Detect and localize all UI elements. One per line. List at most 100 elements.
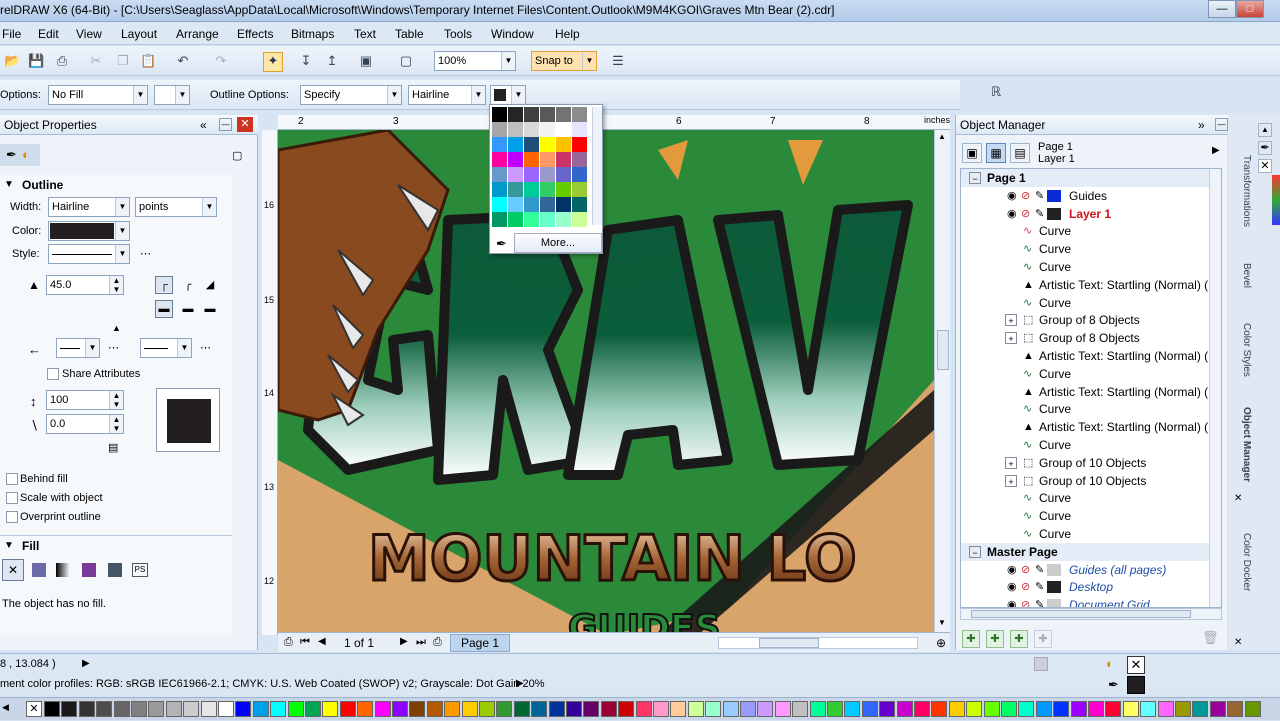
scrollbar-thumb[interactable] bbox=[937, 330, 949, 370]
fill-bucket-icon[interactable]: ◐ bbox=[1106, 656, 1114, 671]
palette-color-swatch[interactable] bbox=[844, 701, 861, 717]
editable-pencil-icon[interactable]: ✎ bbox=[1035, 564, 1047, 576]
palette-color-swatch[interactable] bbox=[1018, 701, 1035, 717]
outline-width-combo[interactable]: Hairline ▼ bbox=[408, 85, 486, 105]
scrollbar-thumb[interactable] bbox=[759, 638, 819, 648]
popup-color-swatch[interactable] bbox=[508, 212, 523, 227]
overprint-outline-checkbox[interactable] bbox=[6, 511, 18, 523]
next-page-icon[interactable]: ▶ bbox=[400, 636, 408, 647]
palette-color-swatch[interactable] bbox=[287, 701, 304, 717]
fill-bucket-icon[interactable]: ◐ bbox=[22, 147, 30, 162]
expand-arrows-icon[interactable]: ▲ bbox=[112, 323, 121, 333]
start-arrow-options-icon[interactable]: ⋯ bbox=[108, 341, 119, 354]
menu-layout[interactable]: Layout bbox=[121, 27, 157, 41]
popup-color-swatch[interactable] bbox=[508, 167, 523, 182]
popup-color-swatch[interactable] bbox=[540, 212, 555, 227]
menu-effects[interactable]: Effects bbox=[237, 27, 273, 41]
nib-shape-preview[interactable] bbox=[156, 388, 220, 452]
square-cap-icon[interactable]: ▬ bbox=[201, 300, 219, 318]
prev-page-icon[interactable]: ◀ bbox=[318, 636, 326, 647]
palette-color-swatch[interactable] bbox=[1192, 701, 1209, 717]
palette-color-swatch[interactable] bbox=[722, 701, 739, 717]
import-icon[interactable]: ↧ bbox=[298, 53, 314, 69]
color-docker-icon[interactable]: ✒ bbox=[1258, 141, 1272, 155]
palette-color-swatch[interactable] bbox=[1244, 701, 1261, 717]
share-attributes-checkbox[interactable] bbox=[47, 368, 59, 380]
popup-color-swatch[interactable] bbox=[508, 122, 523, 137]
angle-field[interactable]: 0.0 ▲ ▼ bbox=[46, 414, 124, 434]
texture-fill-icon[interactable] bbox=[108, 563, 122, 577]
palette-color-swatch[interactable] bbox=[444, 701, 461, 717]
options-icon[interactable]: ☰ bbox=[610, 53, 626, 69]
redo-icon[interactable]: ↷ bbox=[213, 53, 229, 69]
palette-color-swatch[interactable] bbox=[566, 701, 582, 717]
popup-color-swatch[interactable] bbox=[524, 122, 539, 137]
tree-row[interactable]: ∿ Curve bbox=[961, 489, 1221, 507]
tree-row[interactable]: ∿ Curve bbox=[961, 507, 1221, 525]
menu-bitmaps[interactable]: Bitmaps bbox=[291, 27, 334, 41]
tree-row[interactable]: ◉ ⊘ ✎ Desktop bbox=[961, 578, 1221, 596]
layer-color-swatch[interactable] bbox=[1047, 207, 1061, 220]
palette-color-swatch[interactable] bbox=[96, 701, 113, 717]
palette-color-swatch[interactable] bbox=[809, 701, 826, 717]
tree-row[interactable]: + ⬚ Group of 10 Objects bbox=[961, 454, 1221, 472]
printable-icon[interactable]: ⊘ bbox=[1021, 564, 1033, 576]
palette-color-swatch[interactable] bbox=[740, 701, 756, 717]
menu-tools[interactable]: Tools bbox=[444, 27, 472, 41]
popup-color-swatch[interactable] bbox=[524, 197, 539, 212]
no-fill-icon[interactable]: ✕ bbox=[2, 559, 24, 581]
fill-color-combo[interactable]: ▼ bbox=[154, 85, 190, 105]
popup-color-swatch[interactable] bbox=[540, 182, 555, 197]
palette-color-swatch[interactable] bbox=[305, 701, 321, 717]
palette-color-swatch[interactable] bbox=[322, 701, 339, 717]
menu-text[interactable]: Text bbox=[354, 27, 376, 41]
popup-color-swatch[interactable] bbox=[572, 182, 587, 197]
palette-color-swatch[interactable] bbox=[252, 701, 269, 717]
scroll-tabs-up-icon[interactable]: ▲ bbox=[1258, 123, 1272, 137]
tree-row[interactable]: + ⬚ Group of 10 Objects bbox=[961, 472, 1221, 490]
popup-color-swatch[interactable] bbox=[508, 182, 523, 197]
palette-color-swatch[interactable] bbox=[513, 701, 530, 717]
palette-color-swatch[interactable] bbox=[931, 701, 948, 717]
print-icon[interactable]: ⎙ bbox=[54, 53, 70, 69]
popup-color-swatch[interactable] bbox=[524, 167, 539, 182]
menu-view[interactable]: View bbox=[76, 27, 102, 41]
palette-color-swatch[interactable] bbox=[426, 701, 443, 717]
start-arrowhead-combo[interactable]: ▼ bbox=[56, 338, 100, 358]
add-page-after-icon[interactable]: ⎙ bbox=[433, 636, 442, 649]
popup-color-swatch[interactable] bbox=[492, 152, 507, 167]
palette-color-swatch[interactable] bbox=[896, 701, 913, 717]
popup-color-swatch[interactable] bbox=[508, 137, 523, 152]
reset-nib-icon[interactable]: ▤ bbox=[108, 441, 118, 454]
popup-color-swatch[interactable] bbox=[572, 197, 587, 212]
expand-icon[interactable]: » bbox=[1198, 115, 1205, 135]
paste-icon[interactable]: 📋 bbox=[140, 53, 156, 69]
fountain-fill-icon[interactable] bbox=[56, 563, 70, 577]
add-page-icon[interactable]: ⎙ bbox=[284, 636, 293, 649]
palette-color-swatch[interactable] bbox=[148, 701, 165, 717]
tree-row[interactable]: ◉ ⊘ ✎ Guides (all pages) bbox=[961, 561, 1221, 579]
palette-color-swatch[interactable] bbox=[1227, 701, 1244, 717]
collapse-icon[interactable]: « bbox=[200, 115, 207, 135]
close-icon[interactable]: ✕ bbox=[237, 117, 253, 132]
tree-row[interactable]: − Page 1 bbox=[961, 169, 1221, 187]
layer-color-swatch[interactable] bbox=[1047, 599, 1061, 607]
expand-node-icon[interactable]: + bbox=[1005, 332, 1017, 345]
palette-color-swatch[interactable] bbox=[218, 701, 234, 717]
tree-row[interactable]: + ⬚ Group of 8 Objects bbox=[961, 311, 1221, 329]
palette-color-swatch[interactable] bbox=[1053, 701, 1070, 717]
printable-icon[interactable]: ⊘ bbox=[1021, 581, 1033, 593]
popup-color-swatch[interactable] bbox=[492, 167, 507, 182]
palette-color-swatch[interactable] bbox=[879, 701, 896, 717]
tree-vertical-scrollbar[interactable] bbox=[1209, 169, 1221, 607]
tree-row[interactable]: + ⬚ Group of 8 Objects bbox=[961, 329, 1221, 347]
outline-color-combo[interactable]: ▼ bbox=[490, 85, 526, 105]
collapse-arrow-icon[interactable]: ▼ bbox=[4, 540, 14, 551]
copy-icon[interactable]: ❐ bbox=[115, 53, 131, 69]
palette-color-swatch[interactable] bbox=[792, 701, 809, 717]
popup-color-swatch[interactable] bbox=[492, 122, 507, 137]
popup-color-swatch[interactable] bbox=[492, 137, 507, 152]
drawing-canvas[interactable]: MOUNTAIN LO GUIDES bbox=[278, 130, 934, 635]
palette-color-swatch[interactable] bbox=[1001, 701, 1017, 717]
printable-icon[interactable]: ⊘ bbox=[1021, 599, 1033, 607]
